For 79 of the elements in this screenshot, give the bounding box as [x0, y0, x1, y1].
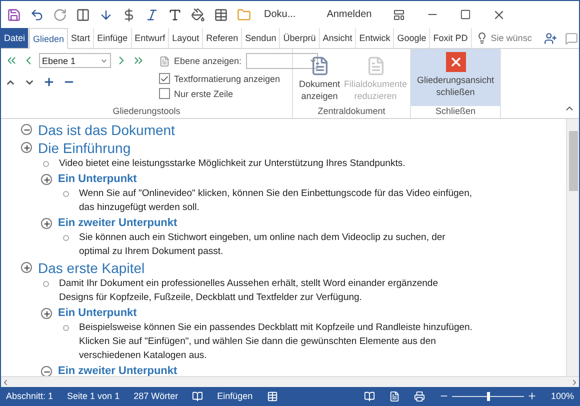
expand-icon[interactable] [41, 218, 52, 229]
vertical-scrollbar[interactable] [566, 119, 579, 376]
outline-level-select[interactable]: Ebene 1 [39, 53, 111, 68]
section-status: Abschnitt: 1 [6, 391, 54, 401]
outline-heading: Ein Unterpunkt [58, 172, 137, 187]
show-level-select[interactable] [246, 53, 318, 69]
columns-icon[interactable] [76, 8, 90, 22]
zoom-slider-thumb[interactable] [486, 392, 490, 400]
body-text: Video bietet eine leistungsstarke Möglichkeit zur Unterstützung Ihres Standpunkts. [59, 157, 406, 171]
scroll-right-icon[interactable] [570, 378, 579, 386]
expand-icon[interactable] [21, 262, 32, 273]
body-text-bullet-icon [63, 191, 69, 197]
proofing-icon[interactable] [192, 390, 204, 402]
scroll-left-icon[interactable] [1, 378, 10, 386]
promote-to-heading-icon[interactable] [5, 54, 18, 67]
body-text-bullet-icon [63, 325, 69, 331]
checkbox-label: Nur erste Zeile [174, 88, 234, 98]
expand-icon[interactable] [41, 174, 52, 185]
demote-to-body-icon[interactable] [132, 54, 145, 67]
table-icon[interactable] [214, 8, 228, 22]
ribbon-tab[interactable]: Start [68, 28, 94, 48]
sign-in-link[interactable]: Anmelden [326, 9, 372, 20]
ribbon-tab[interactable]: Glieden [29, 28, 68, 49]
group-label: Gliederungstools [112, 106, 182, 118]
dollar-icon[interactable] [122, 8, 136, 22]
outline-heading: Die Einführung [38, 139, 131, 157]
collapse-icon[interactable] [21, 124, 32, 135]
arrow-down-icon[interactable] [99, 8, 113, 22]
group-label: Zentraldokument [316, 106, 386, 118]
body-text: Beispielsweise können Sie ein passendes Deckblatt mit Kopfzeile und Randleiste hinzufügen. Klicken Sie auf "Einfügen", und wählen Sie dann die gewünschten Elemente aus den verschiedenen Katalogen aus. [79, 321, 474, 363]
undo-icon[interactable] [30, 8, 44, 22]
body-text-bullet-icon [43, 281, 49, 287]
lightbulb-icon [476, 32, 488, 44]
body-text-bullet-icon [63, 235, 69, 241]
zoom-in-icon[interactable] [526, 391, 537, 401]
document-icon [366, 56, 386, 76]
macro-icon[interactable] [266, 390, 278, 402]
level-icon [159, 56, 170, 66]
expand-icon[interactable] [41, 308, 52, 319]
tell-me-field[interactable]: Sie wünsc [490, 33, 532, 43]
web-layout-icon[interactable] [414, 390, 425, 402]
page-status: Seite 1 von 1 [67, 391, 120, 401]
outline-heading: Das erste Kapitel [38, 259, 145, 277]
document-icon [310, 56, 330, 76]
text-box-icon[interactable] [168, 8, 182, 22]
body-text: Wenn Sie auf "Onlinevideo" klicken, können Sie den Einbettungscode für das Video einfügen, das hinzugefügt werden soll. [79, 187, 473, 215]
expand-icon[interactable] [43, 76, 55, 88]
horizontal-scrollbar[interactable] [1, 376, 579, 387]
word-count: 287 Wörter [134, 391, 178, 401]
expand-icon[interactable] [21, 142, 32, 153]
close-outline-button[interactable]: Gliederungsansicht schließen [411, 49, 500, 106]
redo-icon[interactable] [53, 8, 67, 22]
ribbon-display-icon[interactable] [392, 8, 405, 20]
file-tab[interactable]: Datei [1, 28, 30, 48]
italic-icon[interactable] [145, 8, 159, 22]
zoom-percentage[interactable]: 100% [550, 391, 574, 401]
checkbox[interactable] [159, 88, 170, 99]
ribbon-button[interactable]: Dokument anzeigen [297, 53, 342, 106]
outline-heading: Ein zweiter Unterpunkt [58, 216, 178, 231]
window-title: Doku... [264, 9, 296, 20]
paint-bucket-icon[interactable] [191, 8, 205, 22]
insert-mode[interactable]: Einfügen [217, 391, 253, 401]
save-icon[interactable] [7, 8, 21, 22]
outline-heading: Ein Unterpunkt [58, 306, 137, 321]
checkbox-label: Textformatierung anzeigen [174, 74, 280, 84]
outline-heading: Ein zweiter Unterpunkt [58, 364, 178, 376]
maximize-icon[interactable] [460, 9, 471, 20]
read-mode-icon[interactable] [364, 390, 375, 402]
show-level-label: Ebene anzeigen: [174, 56, 242, 66]
checkbox[interactable] [159, 73, 170, 84]
body-text-bullet-icon [43, 161, 49, 167]
ribbon-tab[interactable]: Ansicht [320, 28, 356, 48]
add-user-icon[interactable] [544, 32, 557, 44]
group-label: Schließen [434, 106, 477, 118]
outline-heading: Das ist das Dokument [38, 121, 175, 139]
body-text: Damit Ihr Dokument ein professionelles Aussehen erhält, stellt Word einander ergänzende Designs für Kopfzeile, Fußzeile, Deckblatt und Textfelder zur Verfügung. [59, 277, 439, 305]
print-layout-icon[interactable] [388, 390, 400, 402]
body-text: Sie können auch ein Stichwort eingeben, um online nach dem Videoclip zu suchen, der optimal zu Ihrem Dokument passt. [79, 231, 446, 259]
close-icon [446, 52, 466, 72]
